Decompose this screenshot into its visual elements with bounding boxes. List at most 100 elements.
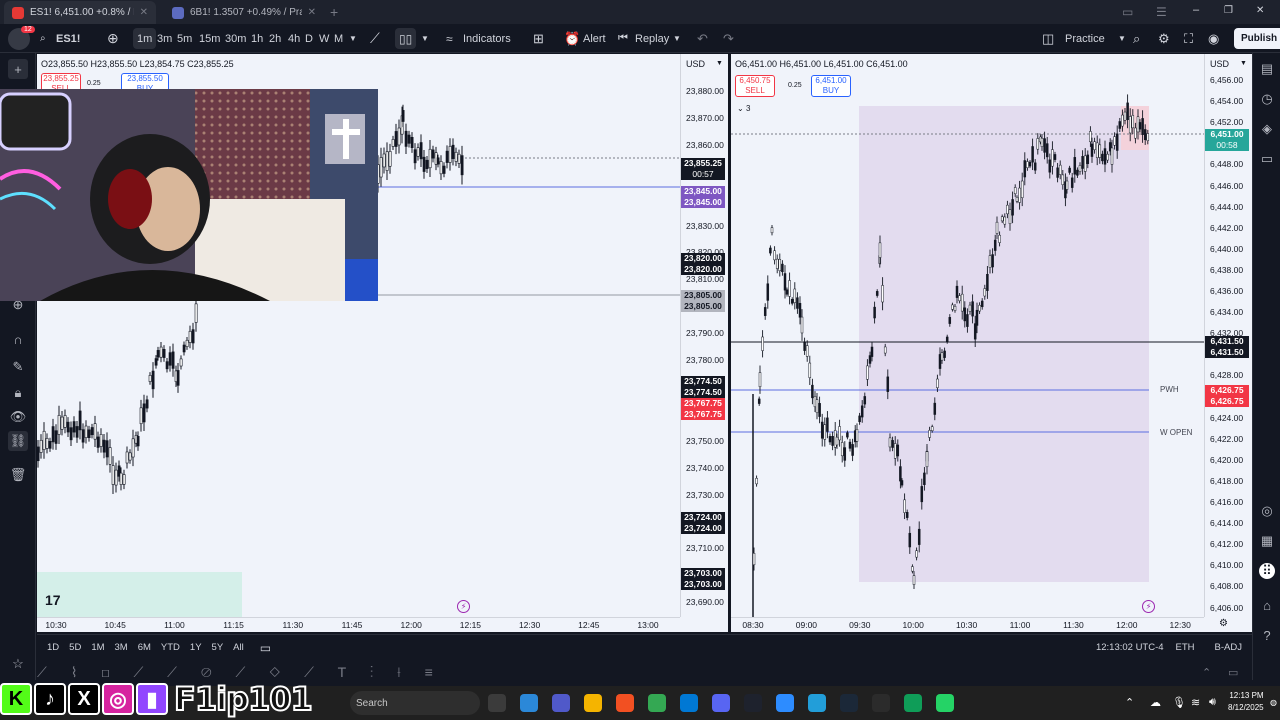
right-candles-plot[interactable] xyxy=(731,54,1204,617)
range-5d[interactable]: 5D xyxy=(69,642,81,653)
close-window-button[interactable]: ✕ xyxy=(1256,5,1264,16)
chat-icon[interactable]: ▭ xyxy=(1259,151,1275,167)
chart-right-es-session[interactable]: O6,451.00 H6,451.00 L6,451.00 C6,451.00 … xyxy=(731,54,1252,632)
maximize-button[interactable]: ❐ xyxy=(1224,5,1233,16)
date-range-icon[interactable]: ▭ xyxy=(260,641,271,655)
interval-3m[interactable]: 3m xyxy=(157,24,172,53)
indicators-button[interactable]: Indicators xyxy=(463,24,511,53)
magnet-icon[interactable]: ∩ xyxy=(8,329,28,349)
close-tab-icon[interactable]: ✕ xyxy=(308,7,316,18)
chevron-down-icon[interactable]: ▼ xyxy=(673,24,681,53)
alerts-clock-icon[interactable]: ◷ xyxy=(1259,91,1275,107)
taskbar-search[interactable]: Search xyxy=(350,691,480,715)
wifi-icon[interactable]: ≋ xyxy=(1191,696,1200,709)
app-icon[interactable] xyxy=(936,694,954,712)
interval-5m[interactable]: 5m xyxy=(177,24,192,53)
panel-layout-icon[interactable]: ◫ xyxy=(1042,24,1054,53)
range-1d[interactable]: 1D xyxy=(47,642,59,653)
bell-icon[interactable]: ⌂ xyxy=(1259,597,1275,613)
interval-30m[interactable]: 30m xyxy=(225,24,246,53)
undo-icon[interactable]: ↶ xyxy=(697,24,708,53)
buy-button[interactable]: 6,451.00 BUY xyxy=(811,75,851,97)
taskbar-clock[interactable]: 12:13 PM 8/12/2025 xyxy=(1228,690,1264,714)
crosshair-icon[interactable]: + xyxy=(8,59,28,79)
grid-apps-icon[interactable]: ⠿ xyxy=(1259,563,1275,579)
close-tab-icon[interactable]: ✕ xyxy=(140,7,148,18)
chrome-icon[interactable] xyxy=(648,694,666,712)
tab-es1[interactable]: ES1! 6,451.00 +0.8% / Prac ✕ xyxy=(4,1,156,24)
candles-icon[interactable]: ▯▯ xyxy=(395,28,417,49)
price-axis-left[interactable]: USD ▼ 23,880.0023,870.0023,860.0023,850.… xyxy=(680,54,728,617)
interval-w[interactable]: W xyxy=(319,24,329,53)
range-3m[interactable]: 3M xyxy=(115,642,128,653)
search-icon[interactable]: ⌕ xyxy=(40,24,50,53)
calendar-icon[interactable]: ▦ xyxy=(1259,533,1275,549)
notes-icon[interactable] xyxy=(904,694,922,712)
eye-icon[interactable]: 👁︎ xyxy=(8,407,28,427)
store-icon[interactable] xyxy=(616,694,634,712)
terminal-icon[interactable] xyxy=(872,694,890,712)
range-6m[interactable]: 6M xyxy=(138,642,151,653)
watchlist-icon[interactable]: ▤ xyxy=(1259,61,1275,77)
notification-icon[interactable]: ◍ xyxy=(1270,698,1277,707)
lock-icon[interactable]: 🔒︎ xyxy=(8,383,28,403)
menu-icon[interactable]: ☰ xyxy=(1156,5,1167,19)
maximize-panel-icon[interactable]: ▭ xyxy=(1228,666,1238,679)
fullscreen-icon[interactable]: ⛶ xyxy=(1184,24,1193,53)
settings-icon[interactable]: ⚙ xyxy=(1158,24,1170,53)
range-5y[interactable]: 5Y xyxy=(212,642,224,653)
chevron-down-icon[interactable]: ▼ xyxy=(421,24,429,53)
compare-add-icon[interactable]: ⊕ xyxy=(107,24,119,53)
pencil-lock-icon[interactable]: ✎ xyxy=(8,357,28,377)
target-icon[interactable]: ◎ xyxy=(1259,503,1275,519)
collapse-up-icon[interactable]: ⌃ xyxy=(1202,666,1211,679)
alert-button[interactable]: Alert xyxy=(583,24,606,53)
redo-icon[interactable]: ↷ xyxy=(723,24,734,53)
publish-button[interactable]: Publish xyxy=(1234,28,1280,49)
camera-icon[interactable]: ◉ xyxy=(1208,24,1219,53)
adjustment-toggle[interactable]: B-ADJ xyxy=(1215,642,1242,653)
volume-icon[interactable]: 🔊︎ xyxy=(1209,696,1216,709)
symbol-name[interactable]: ES1! xyxy=(56,24,80,53)
range-1m[interactable]: 1M xyxy=(91,642,104,653)
tradingview-app-icon[interactable] xyxy=(744,694,762,712)
discord-icon[interactable] xyxy=(712,694,730,712)
chevron-down-icon[interactable]: ▼ xyxy=(716,60,723,67)
zoom-icon[interactable] xyxy=(776,694,794,712)
utc-clock[interactable]: 12:13:02 UTC-4 xyxy=(1096,642,1164,653)
interval-15m[interactable]: 15m xyxy=(199,24,220,53)
chart-settings-icon[interactable]: ⚙ xyxy=(1219,618,1228,629)
layers-icon[interactable]: ◈ xyxy=(1259,121,1275,137)
help-icon[interactable]: ? xyxy=(1259,627,1275,643)
steam-icon[interactable] xyxy=(840,694,858,712)
session-toggle[interactable]: ETH xyxy=(1176,642,1195,653)
interval-4h[interactable]: 4h xyxy=(288,24,300,53)
edge-icon[interactable] xyxy=(680,694,698,712)
replay-icon[interactable]: ⏮ xyxy=(618,24,628,53)
cloud-icon[interactable]: ☁ xyxy=(1150,696,1161,709)
price-axis-right[interactable]: USD ▼ 6,456.006,454.006,452.006,450.006,… xyxy=(1204,54,1252,617)
chevron-down-icon[interactable]: ▼ xyxy=(349,24,357,53)
tab-6b1[interactable]: 6B1! 1.3507 +0.49% / Pract ✕ xyxy=(164,1,324,24)
quick-search-icon[interactable]: ⌕ xyxy=(1133,24,1140,53)
interval-d[interactable]: D xyxy=(305,24,313,53)
lightning-icon[interactable]: ⚡︎ xyxy=(1142,600,1155,613)
chevron-down-icon[interactable]: ▼ xyxy=(1240,60,1247,67)
interval-2h[interactable]: 2h xyxy=(269,24,281,53)
collapsed-indicators[interactable]: ⌄ 3 xyxy=(737,104,750,113)
practice-account-button[interactable]: Practice xyxy=(1065,24,1105,53)
layouts-icon[interactable]: ⊞ xyxy=(533,24,544,53)
interval-m[interactable]: M xyxy=(334,24,343,53)
replay-button[interactable]: Replay xyxy=(635,24,669,53)
link-icon[interactable]: ⛓︎ xyxy=(8,431,28,451)
time-axis-left[interactable]: 10:30 10:45 11:00 11:15 11:30 11:45 12:00 12:15… xyxy=(37,617,680,632)
new-tab-icon[interactable]: + xyxy=(330,4,338,20)
time-axis-right[interactable]: 08:30 09:00 09:30 10:00 10:30 11:00 11:30 12:00… xyxy=(731,617,1204,632)
task-view-icon[interactable] xyxy=(488,694,506,712)
indicators-icon[interactable]: ≈ xyxy=(446,24,453,53)
favorite-star-icon[interactable]: ☆ xyxy=(8,654,28,674)
range-ytd[interactable]: YTD xyxy=(161,642,180,653)
trash-icon[interactable]: 🗑︎ xyxy=(8,465,28,485)
interval-1m[interactable]: 1m xyxy=(133,28,157,49)
microphone-icon[interactable]: 🎙︎ xyxy=(1172,696,1186,709)
